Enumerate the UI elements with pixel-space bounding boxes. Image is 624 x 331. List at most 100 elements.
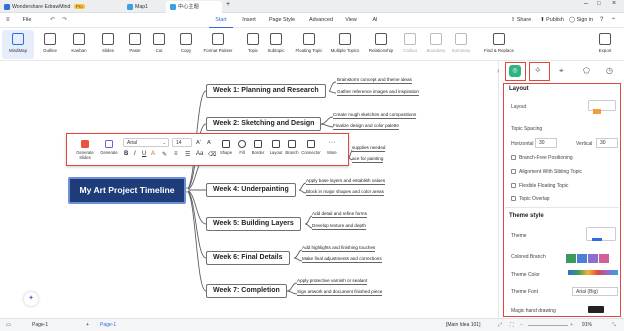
- option-alignment-sibling[interactable]: Alignment With Sibling Topic: [511, 169, 582, 175]
- font-color-icon[interactable]: A: [151, 151, 155, 157]
- generate-slides-button[interactable]: Generate Slides: [73, 137, 97, 164]
- branch-color-swatch[interactable]: [577, 254, 587, 263]
- zoom-in-icon[interactable]: +: [570, 319, 573, 331]
- generate-button[interactable]: Generate: [97, 137, 121, 164]
- subtopic[interactable]: Apply protective varnish or sealant: [297, 277, 368, 285]
- subtopic[interactable]: Add detail and refine forms: [312, 210, 367, 218]
- vertical-spacing-input[interactable]: 30: [596, 138, 618, 148]
- minimize-icon[interactable]: –: [584, 0, 588, 7]
- topic-week-2[interactable]: Week 2: Sketching and Design: [206, 117, 322, 131]
- shrink-font-icon[interactable]: A-: [207, 138, 212, 146]
- clear-format-icon[interactable]: ⌫: [208, 151, 216, 158]
- page-layout-icon[interactable]: ▭: [6, 319, 11, 331]
- bold-icon[interactable]: B: [124, 151, 128, 157]
- view-mindmap[interactable]: MindMap: [2, 30, 34, 59]
- expand-icon[interactable]: ⤡: [612, 319, 616, 331]
- topic-week-6[interactable]: Week 6: Final Details: [206, 251, 290, 265]
- layout-select[interactable]: [588, 100, 616, 114]
- format-painter-button[interactable]: Format Painter: [199, 30, 237, 59]
- border-button[interactable]: Border: [249, 137, 267, 164]
- colored-branch-options[interactable]: [566, 250, 618, 263]
- sign-in-button[interactable]: ◯ Sign in: [569, 13, 593, 28]
- align-icon[interactable]: ≡: [174, 151, 178, 157]
- copy-button[interactable]: Copy: [169, 30, 203, 59]
- menu-view[interactable]: View: [341, 13, 361, 28]
- page-select[interactable]: Page-1: [32, 319, 48, 331]
- collapse-panel-icon[interactable]: ›: [497, 68, 499, 75]
- subtopic[interactable]: ace for painting: [352, 155, 384, 163]
- option-flexible-floating[interactable]: Flexible Floating Topic: [511, 183, 568, 189]
- publish-button[interactable]: ⬆ Publish: [540, 13, 564, 28]
- share-button[interactable]: ⇪ Share: [510, 13, 532, 28]
- subtopic[interactable]: Brainstorm concept and theme ideas: [337, 76, 412, 84]
- subtopic[interactable]: Create rough sketches and compositions: [333, 111, 417, 119]
- find-replace-button[interactable]: Find & Replace: [477, 30, 521, 59]
- more-button[interactable]: ··· More: [323, 137, 341, 164]
- topic-week-7[interactable]: Week 7: Completion: [206, 284, 287, 298]
- export-button[interactable]: Export: [588, 30, 622, 59]
- subtopic[interactable]: Apply base layers and establish values: [306, 177, 386, 185]
- theme-select[interactable]: [586, 227, 616, 241]
- theme-font-select[interactable]: Arial (Big): [572, 287, 618, 296]
- page-tab[interactable]: Page-1: [100, 319, 116, 331]
- branch-color-swatch[interactable]: [599, 254, 609, 263]
- zoom-slider[interactable]: [528, 325, 568, 326]
- fullscreen-icon[interactable]: ⛶: [510, 319, 514, 331]
- redo-icon[interactable]: ↷: [62, 16, 67, 23]
- add-page-icon[interactable]: +: [86, 319, 89, 331]
- theme-color-picker[interactable]: [568, 270, 618, 275]
- fill-button[interactable]: Fill: [234, 137, 250, 164]
- subtopic[interactable]: Block in major shapes and color areas: [306, 188, 384, 196]
- option-branch-free[interactable]: Branch-Free Positioning: [511, 155, 573, 161]
- menu-insert[interactable]: Insert: [237, 13, 261, 28]
- connector-button[interactable]: Connector: [300, 137, 322, 164]
- italic-icon[interactable]: I: [134, 151, 136, 157]
- menu-file[interactable]: File: [16, 13, 38, 28]
- subtopic[interactable]: Add highlights and finishing touches: [302, 244, 376, 252]
- topic-week-4[interactable]: Week 4: Underpainting: [206, 183, 296, 197]
- pentagon-icon[interactable]: ⬠: [583, 66, 590, 75]
- new-tab-icon[interactable]: +: [226, 1, 230, 8]
- subtopic[interactable]: Sign artwork and document finished piece: [297, 288, 383, 296]
- branch-color-swatch[interactable]: [588, 254, 598, 263]
- bullet-icon[interactable]: ☰: [185, 151, 190, 158]
- menu-ai[interactable]: AI: [367, 13, 383, 28]
- magic-hand-drawing-toggle[interactable]: [588, 306, 604, 313]
- zoom-out-icon[interactable]: −: [520, 319, 523, 331]
- root-topic[interactable]: My Art Project Timeline: [68, 177, 186, 204]
- subtopic[interactable]: Make final adjustments and corrections: [302, 255, 382, 263]
- view-kanban[interactable]: Kanban: [63, 30, 95, 59]
- ai-assistant-icon[interactable]: ✦: [24, 292, 38, 306]
- branch-color-swatch[interactable]: [566, 254, 576, 263]
- font-family-select[interactable]: Arial ⌄: [123, 138, 169, 147]
- subtopic[interactable]: Develop texture and depth: [312, 222, 366, 230]
- location-icon[interactable]: ⌖: [559, 66, 564, 76]
- horizontal-spacing-input[interactable]: 30: [535, 138, 557, 148]
- multiple-topics-button[interactable]: Multiple Topics: [325, 30, 365, 59]
- checkbox[interactable]: [511, 169, 516, 175]
- floating-topic-button[interactable]: Floating Topic: [288, 30, 330, 59]
- subtopic[interactable]: supplies needed: [352, 144, 386, 152]
- menu-advanced[interactable]: Advanced: [305, 13, 337, 28]
- underline-icon[interactable]: U: [142, 151, 146, 157]
- summary-button[interactable]: Summary: [442, 30, 480, 59]
- menu-icon[interactable]: ≡: [6, 17, 10, 23]
- subtopic[interactable]: Finalize design and color palette: [333, 122, 399, 130]
- view-outline[interactable]: Outline: [34, 30, 66, 59]
- sparkle-icon[interactable]: ✧: [534, 65, 542, 76]
- checkbox[interactable]: [511, 155, 516, 161]
- option-topic-overlap[interactable]: Topic Overlap: [511, 196, 550, 202]
- branch-button[interactable]: Branch: [283, 137, 301, 164]
- shape-button[interactable]: Shape: [217, 137, 235, 164]
- fit-icon[interactable]: ⤢: [498, 319, 502, 331]
- topic-week-1[interactable]: Week 1: Planning and Research: [206, 84, 326, 98]
- style-panel-icon[interactable]: ◎: [509, 65, 521, 77]
- help-icon[interactable]: ?: [600, 17, 603, 23]
- subtopic[interactable]: Gather reference images and inspiration: [337, 88, 419, 96]
- checkbox[interactable]: [511, 196, 516, 202]
- checkbox[interactable]: [511, 183, 516, 189]
- tab-central-topic[interactable]: 中心主题: [166, 1, 222, 13]
- collapse-ribbon-icon[interactable]: ⌃: [611, 17, 616, 24]
- maximize-icon[interactable]: □: [597, 1, 601, 7]
- font-size-select[interactable]: 14: [172, 138, 192, 147]
